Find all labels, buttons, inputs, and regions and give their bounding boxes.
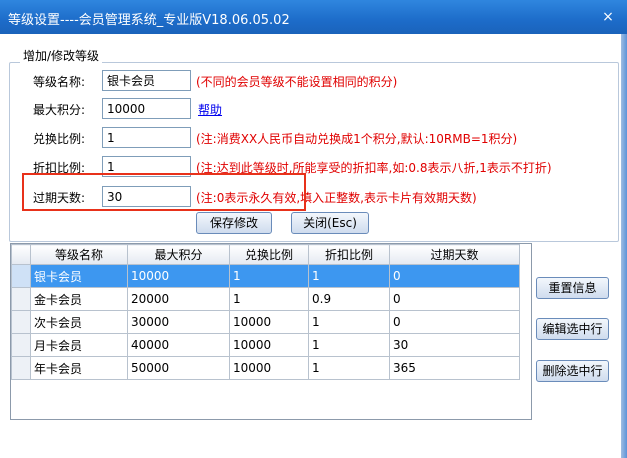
table-cell: 30: [389, 333, 520, 357]
level-name-note: (不同的会员等级不能设置相同的积分): [196, 75, 398, 89]
column-header[interactable]: 折扣比例: [308, 244, 390, 265]
table-cell: 0: [389, 264, 520, 288]
table-cell: 次卡会员: [30, 310, 128, 334]
table-cell: 银卡会员: [30, 264, 128, 288]
level-table[interactable]: 等级名称 最大积分 兑换比例 折扣比例 过期天数 银卡会员 10000 1 1 …: [10, 243, 532, 420]
row-indicator: [11, 287, 31, 311]
max-points-label: 最大积分:: [33, 103, 86, 117]
exchange-ratio-input[interactable]: [102, 127, 191, 148]
level-name-label: 等级名称:: [33, 75, 86, 89]
table-cell: 1: [308, 356, 390, 380]
highlight-box: [22, 173, 306, 211]
window-title: 等级设置----会员管理系统_专业版V18.06.05.02: [8, 13, 290, 28]
table-cell: 0: [389, 287, 520, 311]
save-button[interactable]: 保存修改: [196, 212, 272, 234]
table-cell: 10000: [127, 264, 230, 288]
max-points-input[interactable]: [102, 98, 191, 119]
table-cell: 1: [308, 264, 390, 288]
table-row[interactable]: 月卡会员 40000 10000 1 30: [11, 333, 520, 357]
row-indicator: [11, 264, 31, 288]
table-row[interactable]: 次卡会员 30000 10000 1 0: [11, 310, 520, 334]
table-cell: 金卡会员: [30, 287, 128, 311]
window-edge: [621, 34, 627, 458]
table-cell: 0: [389, 310, 520, 334]
close-button[interactable]: 关闭(Esc): [291, 212, 369, 234]
table-cell: 1: [229, 287, 309, 311]
level-settings-window: 等级设置----会员管理系统_专业版V18.06.05.02 × 增加/修改等级…: [0, 0, 627, 458]
table-cell: 365: [389, 356, 520, 380]
table-cell: 20000: [127, 287, 230, 311]
edit-selected-button[interactable]: 编辑选中行: [536, 318, 609, 340]
table-cell: 10000: [229, 333, 309, 357]
column-header[interactable]: 等级名称: [30, 244, 128, 265]
table-row[interactable]: 金卡会员 20000 1 0.9 0: [11, 287, 520, 311]
exchange-ratio-label: 兑换比例:: [33, 132, 86, 146]
table-cell: 10000: [229, 356, 309, 380]
exchange-ratio-note: (注:消费XX人民币自动兑换成1个积分,默认:10RMB=1积分): [196, 132, 518, 146]
close-icon[interactable]: ×: [599, 8, 617, 26]
column-header[interactable]: 兑换比例: [229, 244, 309, 265]
table-cell: 1: [308, 333, 390, 357]
table-header-row: 等级名称 最大积分 兑换比例 折扣比例 过期天数: [11, 244, 520, 265]
row-indicator: [11, 333, 31, 357]
delete-selected-button[interactable]: 删除选中行: [536, 360, 609, 382]
reset-button[interactable]: 重置信息: [536, 277, 609, 299]
help-link[interactable]: 帮助: [198, 101, 222, 118]
table-cell: 月卡会员: [30, 333, 128, 357]
table-cell: 年卡会员: [30, 356, 128, 380]
row-indicator-header: [11, 244, 31, 265]
table-cell: 50000: [127, 356, 230, 380]
table-cell: 1: [229, 264, 309, 288]
table-row[interactable]: 年卡会员 50000 10000 1 365: [11, 356, 520, 380]
column-header[interactable]: 过期天数: [389, 244, 520, 265]
column-header[interactable]: 最大积分: [127, 244, 230, 265]
table-cell: 30000: [127, 310, 230, 334]
row-indicator: [11, 356, 31, 380]
table-row[interactable]: 银卡会员 10000 1 1 0: [11, 264, 520, 288]
table-cell: 1: [308, 310, 390, 334]
table-cell: 10000: [229, 310, 309, 334]
row-indicator: [11, 310, 31, 334]
table-cell: 40000: [127, 333, 230, 357]
table-cell: 0.9: [308, 287, 390, 311]
level-name-input[interactable]: [102, 70, 191, 91]
level-grid: 等级名称 最大积分 兑换比例 折扣比例 过期天数 银卡会员 10000 1 1 …: [11, 244, 520, 380]
title-bar[interactable]: 等级设置----会员管理系统_专业版V18.06.05.02 ×: [0, 0, 627, 34]
group-legend: 增加/修改等级: [20, 47, 103, 64]
